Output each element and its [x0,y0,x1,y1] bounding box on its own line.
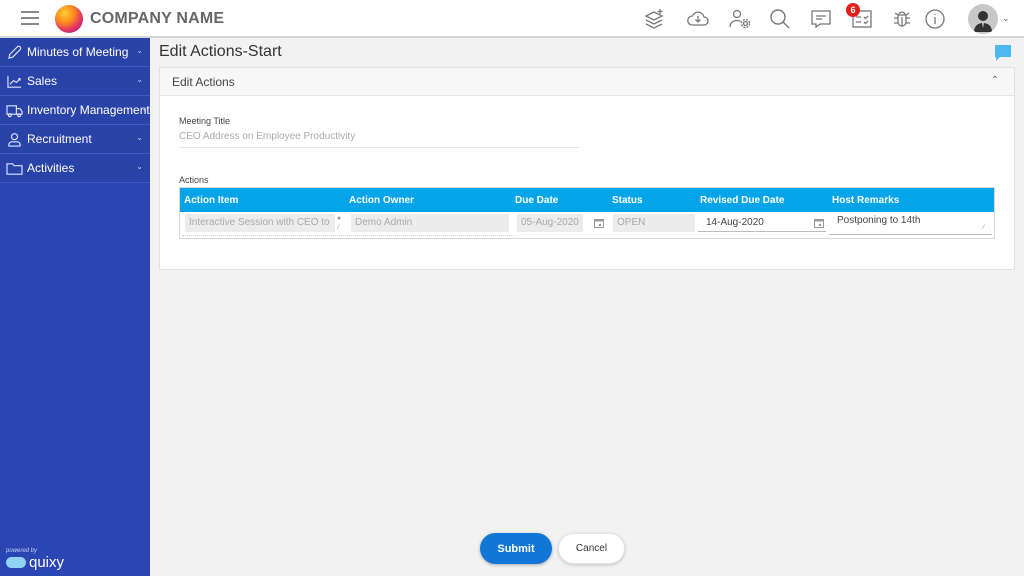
sidebar-item-sales[interactable]: Sales ⌄ [0,67,150,96]
sidebar-item-recruitment[interactable]: Recruitment ⌄ [0,125,150,154]
calendar-icon[interactable] [594,218,604,228]
sidebar-item-label: Minutes of Meeting [27,45,129,59]
sidebar-item-label: Inventory Management [27,103,150,117]
sidebar-item-inventory-management[interactable]: Inventory Management ⌄ [0,96,150,125]
meeting-title-label: Meeting Title [179,116,231,126]
quixy-brand-text: quixy [29,554,65,571]
chevron-down-icon: ⌄ [136,162,143,171]
quixy-logo: quixy [6,554,64,571]
layers-add-icon[interactable] [642,7,666,31]
column-header-action-item: Action Item [184,195,239,206]
chevron-down-icon: ⌄ [141,104,148,113]
action-owner-field: Demo Admin [351,214,509,232]
column-header-action-owner: Action Owner [349,195,415,206]
actions-table: Action Item Action Owner Due Date Status… [179,187,995,239]
column-header-revised-due-date: Revised Due Date [700,195,785,206]
resize-handle-icon[interactable]: ∕ [983,224,984,231]
chat-message-icon[interactable] [809,7,833,31]
host-remarks-textarea[interactable]: Postponing to 14th [829,214,992,235]
panel-header[interactable]: Edit Actions ⌃ [160,68,1014,96]
chevron-down-icon: ⌄ [136,133,143,142]
notification-badge: 6 [846,3,860,17]
column-header-status: Status [612,195,643,206]
folder-icon [5,160,23,176]
sidebar-item-label: Sales [27,74,58,88]
sidebar-item-label: Recruitment [27,132,92,146]
chevron-down-icon: ⌄ [136,46,143,55]
chat-bubble-icon[interactable] [994,44,1012,62]
hamburger-menu-icon[interactable] [21,11,39,26]
chevron-down-icon: ⌄ [136,75,143,84]
action-item-field: Interactive Session with CEO to [185,214,335,232]
status-dot-icon: ● [337,215,342,222]
cancel-button[interactable]: Cancel [558,533,625,564]
sidebar-item-minutes-of-meeting[interactable]: Minutes of Meeting ⌄ [0,38,150,67]
sidebar: Minutes of Meeting ⌄ Sales ⌄ Inventory M… [0,38,150,576]
submit-button[interactable]: Submit [480,533,552,564]
truck-icon [5,102,23,118]
meeting-title-field: CEO Address on Employee Productivity [179,131,579,148]
info-icon[interactable] [923,7,947,31]
top-bar: COMPANY NAME 6 ⌄ [0,0,1024,38]
pen-icon [5,44,23,60]
company-name: COMPANY NAME [90,10,225,27]
cloud-download-icon[interactable] [686,7,710,31]
user-settings-icon[interactable] [728,7,752,31]
user-avatar[interactable] [968,4,998,34]
line-chart-icon [5,73,23,89]
resize-handle-icon[interactable]: ∕ [338,224,339,231]
sidebar-item-activities[interactable]: Activities ⌄ [0,154,150,183]
column-header-host-remarks: Host Remarks [832,195,900,206]
table-header: Action Item Action Owner Due Date Status… [180,188,994,212]
edit-actions-panel: Edit Actions ⌃ Meeting Title CEO Address… [159,67,1015,270]
table-row: Interactive Session with CEO to ● ∕ Demo… [180,212,994,238]
chevron-up-icon[interactable]: ⌃ [991,75,999,86]
chevron-down-icon[interactable]: ⌄ [1002,13,1010,24]
quixy-logo-icon [6,557,26,568]
page-title: Edit Actions-Start [159,43,282,60]
actions-label: Actions [179,175,209,185]
revised-due-date-input[interactable]: 14-Aug-2020 [698,214,826,232]
company-logo [55,5,83,33]
panel-title: Edit Actions [172,75,235,89]
search-icon[interactable] [768,7,792,31]
row-divider [182,235,514,236]
calendar-icon[interactable] [814,218,824,228]
status-field: OPEN [613,214,695,232]
sidebar-item-label: Activities [27,161,75,175]
bug-icon[interactable] [890,7,914,31]
person-icon [5,131,23,147]
due-date-field: 05-Aug-2020 [517,214,583,232]
column-header-due-date: Due Date [515,195,559,206]
